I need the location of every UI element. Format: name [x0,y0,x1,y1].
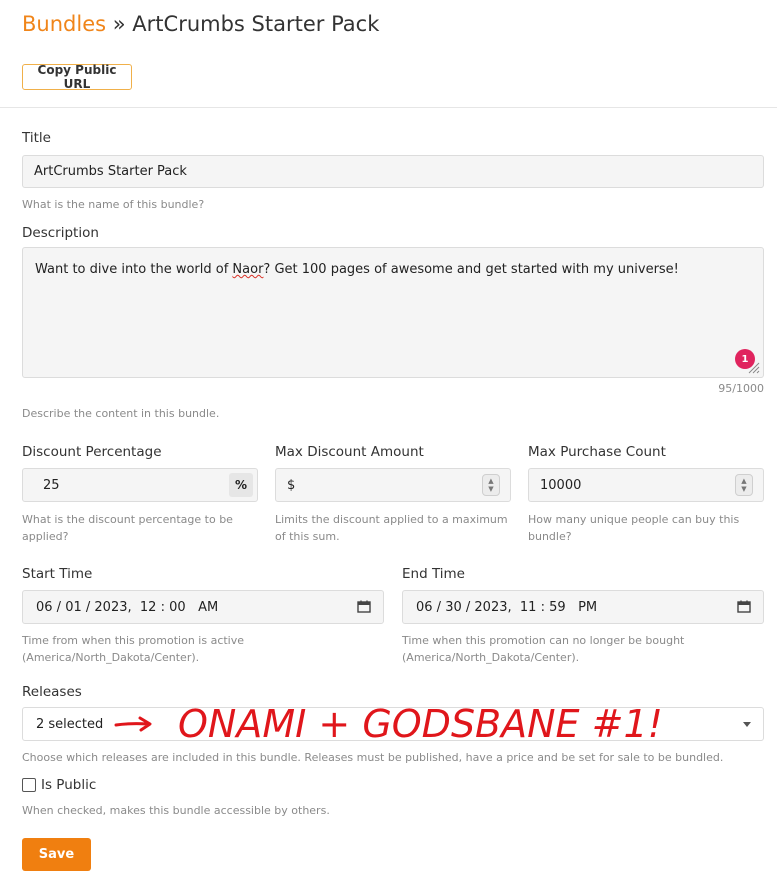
discount-percentage-label: Discount Percentage [22,444,162,460]
is-public-help: When checked, makes this bundle accessib… [22,804,330,817]
releases-select[interactable]: 2 selected [22,707,764,741]
releases-label: Releases [22,684,82,700]
title-help: What is the name of this bundle? [22,198,205,211]
discount-percentage-value: 25 [43,477,60,493]
max-purchase-value: 10000 [540,477,582,493]
page-title: ArtCrumbs Starter Pack [132,12,380,36]
max-purchase-spinner[interactable]: ▲ ▼ [735,474,753,496]
releases-selected-value: 2 selected [36,716,104,732]
end-hour[interactable]: 11 [520,600,537,615]
max-discount-spinner[interactable]: ▲ ▼ [482,474,500,496]
page-header: Bundles » ArtCrumbs Starter Pack Copy Pu… [0,0,777,108]
max-discount-help: Limits the discount applied to a maximum… [275,513,508,543]
title-input-value: ArtCrumbs Starter Pack [34,164,187,179]
description-text-after: ? Get 100 pages of awesome and get start… [263,262,679,277]
end-time-help: Time when this promotion can no longer b… [402,634,685,664]
breadcrumb: Bundles » ArtCrumbs Starter Pack [22,10,379,38]
max-purchase-input[interactable]: 10000 [528,468,764,502]
end-time-label: End Time [402,566,465,582]
discount-percentage-input[interactable]: 25 [22,468,258,502]
end-minute[interactable]: 59 [549,600,566,615]
copy-public-url-button[interactable]: Copy Public URL [22,63,132,91]
max-purchase-label: Max Purchase Count [528,444,666,460]
dollar-prefix: $ [287,477,296,493]
max-discount-label: Max Discount Amount [275,444,424,460]
start-time-input[interactable]: 06 / 01 / 2023, 12 : 00 AM [22,590,384,624]
spin-up-icon[interactable]: ▲ [488,477,493,485]
chevron-down-icon[interactable] [743,722,751,727]
end-month[interactable]: 06 [416,600,433,615]
is-public-label[interactable]: Is Public [41,777,96,793]
percent-suffix: % [229,473,253,497]
calendar-icon[interactable] [737,600,751,613]
end-time-input[interactable]: 06 / 30 / 2023, 11 : 59 PM [402,590,764,624]
max-purchase-help: How many unique people can buy this bund… [528,513,740,543]
end-year[interactable]: 2023 [474,600,507,615]
start-day[interactable]: 01 [65,600,82,615]
description-help: Describe the content in this bundle. [22,407,220,420]
description-textarea[interactable]: Want to dive into the world of Naor? Get… [22,247,764,378]
calendar-icon[interactable] [357,600,371,613]
start-minute[interactable]: 00 [169,600,186,615]
spin-down-icon[interactable]: ▼ [488,485,493,493]
start-hour[interactable]: 12 [140,600,157,615]
breadcrumb-bundles-link[interactable]: Bundles [22,12,106,36]
title-label: Title [22,130,51,146]
description-char-counter: 95/1000 [718,382,764,395]
is-public-checkbox[interactable] [22,778,36,792]
start-month[interactable]: 06 [36,600,53,615]
releases-help: Choose which releases are included in th… [22,751,724,764]
start-year[interactable]: 2023 [94,600,127,615]
end-day[interactable]: 30 [445,600,462,615]
start-time-help: Time from when this promotion is active … [22,634,245,664]
discount-percentage-help: What is the discount percentage to be ap… [22,513,233,543]
end-ampm[interactable]: PM [578,600,597,615]
start-time-label: Start Time [22,566,93,582]
max-discount-input[interactable]: $ [275,468,511,502]
resize-handle-icon[interactable] [748,362,760,374]
misspelled-word[interactable]: Naor [232,262,263,277]
title-input[interactable]: ArtCrumbs Starter Pack [22,155,764,188]
description-text-before: Want to dive into the world of [35,262,233,277]
spin-down-icon[interactable]: ▼ [741,485,746,493]
save-button[interactable]: Save [22,838,91,871]
description-label: Description [22,225,99,241]
breadcrumb-separator: » [112,12,126,36]
spin-up-icon[interactable]: ▲ [741,477,746,485]
start-ampm[interactable]: AM [198,600,218,615]
